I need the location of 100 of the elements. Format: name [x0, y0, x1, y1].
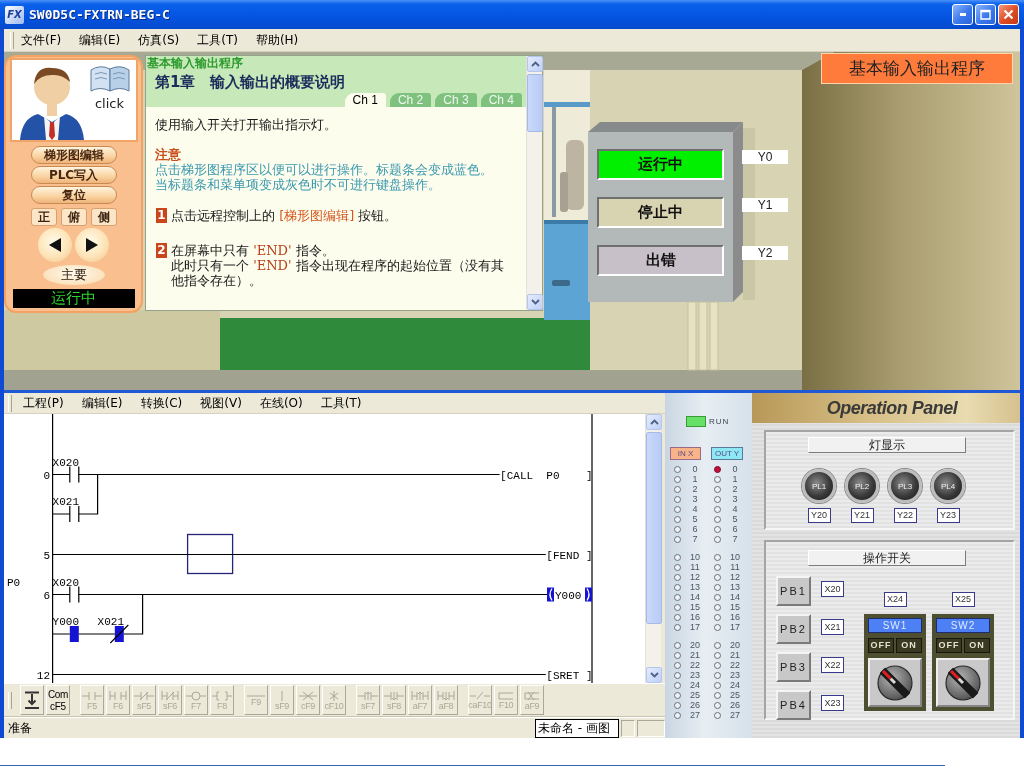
- click-caption: click: [94, 96, 124, 111]
- toolbar-button[interactable]: [20, 685, 44, 715]
- point-number: 4: [691, 504, 699, 514]
- scroll-thumb[interactable]: [646, 432, 662, 624]
- point-number: 11: [729, 562, 741, 572]
- pilot-lamp: PL2: [845, 469, 879, 503]
- rotary-knob[interactable]: [876, 663, 914, 702]
- point-number: 25: [689, 690, 701, 700]
- menu-item[interactable]: 工具(T): [194, 30, 241, 50]
- run-label: RUN: [709, 416, 730, 427]
- menu-item[interactable]: 仿真(S): [135, 30, 183, 50]
- maximize-button[interactable]: [975, 4, 996, 25]
- point-number: 7: [731, 534, 739, 544]
- main-button[interactable]: 主要: [42, 265, 105, 285]
- grip-handle[interactable]: [8, 394, 12, 412]
- point-number: 20: [689, 640, 701, 650]
- scrollbar-track[interactable]: [526, 56, 542, 310]
- app-logo: FX: [5, 5, 24, 24]
- address-label: Y20: [807, 508, 831, 523]
- instruction-text: [FEND ]: [546, 549, 593, 562]
- point-number: 12: [729, 572, 741, 582]
- menu-item[interactable]: 文件(F): [18, 30, 65, 50]
- grip-handle[interactable]: [8, 691, 12, 709]
- step-number: 12: [36, 669, 50, 682]
- device-label: X021: [97, 616, 124, 628]
- point-number: 0: [731, 464, 739, 474]
- close-button[interactable]: [998, 4, 1019, 25]
- pointer-label: P0: [7, 576, 21, 589]
- left-triangle-icon: [48, 237, 62, 253]
- step-number: 0: [43, 469, 50, 482]
- point-number: 6: [731, 524, 739, 534]
- push-button[interactable]: PB3: [776, 652, 811, 682]
- point-number: 5: [691, 514, 699, 524]
- menu-item[interactable]: 视图(V): [197, 393, 245, 413]
- device-label: X021: [52, 496, 79, 508]
- closed-contact-icon: [134, 690, 154, 701]
- scroll-up-button[interactable]: [646, 414, 662, 430]
- menu-item[interactable]: 在线(O): [256, 393, 306, 413]
- horizontal-line-icon: [246, 694, 266, 697]
- scroll-up-button[interactable]: [527, 56, 543, 72]
- remote-button[interactable]: PLC写入: [30, 166, 117, 184]
- pilot-lamp: PL1: [802, 469, 836, 503]
- switch-name: SW1: [868, 618, 922, 633]
- point-number: 25: [729, 690, 741, 700]
- chevron-up-icon: [649, 419, 659, 425]
- scroll-down-button[interactable]: [646, 667, 662, 683]
- chapter-tab[interactable]: Ch 1: [344, 93, 386, 107]
- parallel-contact-icon: [109, 690, 127, 701]
- rotary-knob[interactable]: [944, 663, 982, 702]
- push-button[interactable]: PB4: [776, 690, 811, 720]
- point-number: 13: [729, 582, 741, 592]
- address-label: X20: [821, 581, 844, 597]
- chapter-title: 第1章 输入输出的概要说明: [155, 72, 346, 92]
- menu-item[interactable]: 编辑(E): [78, 393, 126, 413]
- pilot-lamp: PL3: [888, 469, 922, 503]
- point-number: 1: [731, 474, 739, 484]
- tooltip: 未命名 - 画图: [535, 718, 619, 738]
- panel-title: Operation Panel: [752, 393, 1020, 423]
- crossed-line-icon: [298, 690, 318, 701]
- scrollbar-track[interactable]: [645, 414, 661, 683]
- toolbar-button[interactable]: Com cF5: [46, 685, 70, 715]
- point-number: 12: [689, 572, 701, 582]
- status-panel: [637, 719, 665, 737]
- menu-item[interactable]: 编辑(E): [76, 30, 124, 50]
- menu-item[interactable]: 工程(P): [20, 393, 67, 413]
- indicator-lamp: 运行中: [597, 149, 724, 180]
- section-heading: 操作开关: [808, 550, 966, 566]
- menu-item[interactable]: 转换(C): [137, 393, 186, 413]
- point-number: 0: [691, 464, 699, 474]
- position-label: OFF: [868, 638, 894, 653]
- remote-button[interactable]: 梯形图编辑: [30, 146, 117, 164]
- push-button[interactable]: PB1: [776, 576, 811, 606]
- minimize-icon: [959, 13, 966, 16]
- program-title-badge: 基本输入输出程序: [821, 53, 1013, 84]
- point-number: 15: [729, 602, 741, 612]
- point-number: 11: [689, 562, 701, 572]
- view-button[interactable]: 俯: [60, 208, 87, 226]
- point-number: 6: [691, 524, 699, 534]
- menu-item[interactable]: 帮助(H): [252, 30, 302, 50]
- point-number: 14: [729, 592, 741, 602]
- scroll-down-button[interactable]: [527, 294, 543, 310]
- point-number: 17: [729, 622, 741, 632]
- previous-button[interactable]: [38, 228, 72, 262]
- point-number: 23: [729, 670, 741, 680]
- indicator-lamp: 出错: [597, 245, 724, 276]
- intro-text: 使用输入开关打开输出指示灯。: [155, 117, 338, 132]
- minimize-button[interactable]: [952, 4, 973, 25]
- address-label: X23: [821, 695, 844, 711]
- next-button[interactable]: [75, 228, 109, 262]
- push-button[interactable]: PB2: [776, 614, 811, 644]
- scroll-thumb[interactable]: [527, 74, 543, 132]
- point-number: 10: [689, 552, 701, 562]
- menu-item[interactable]: 工具(T): [317, 393, 365, 413]
- address-label: Y21: [850, 508, 874, 523]
- view-button[interactable]: 正: [30, 208, 57, 226]
- view-button[interactable]: 侧: [90, 208, 117, 226]
- point-number: 26: [689, 700, 701, 710]
- device-label: Y000: [52, 616, 79, 628]
- remote-button[interactable]: 复位: [30, 186, 117, 204]
- grip-handle[interactable]: [10, 31, 14, 49]
